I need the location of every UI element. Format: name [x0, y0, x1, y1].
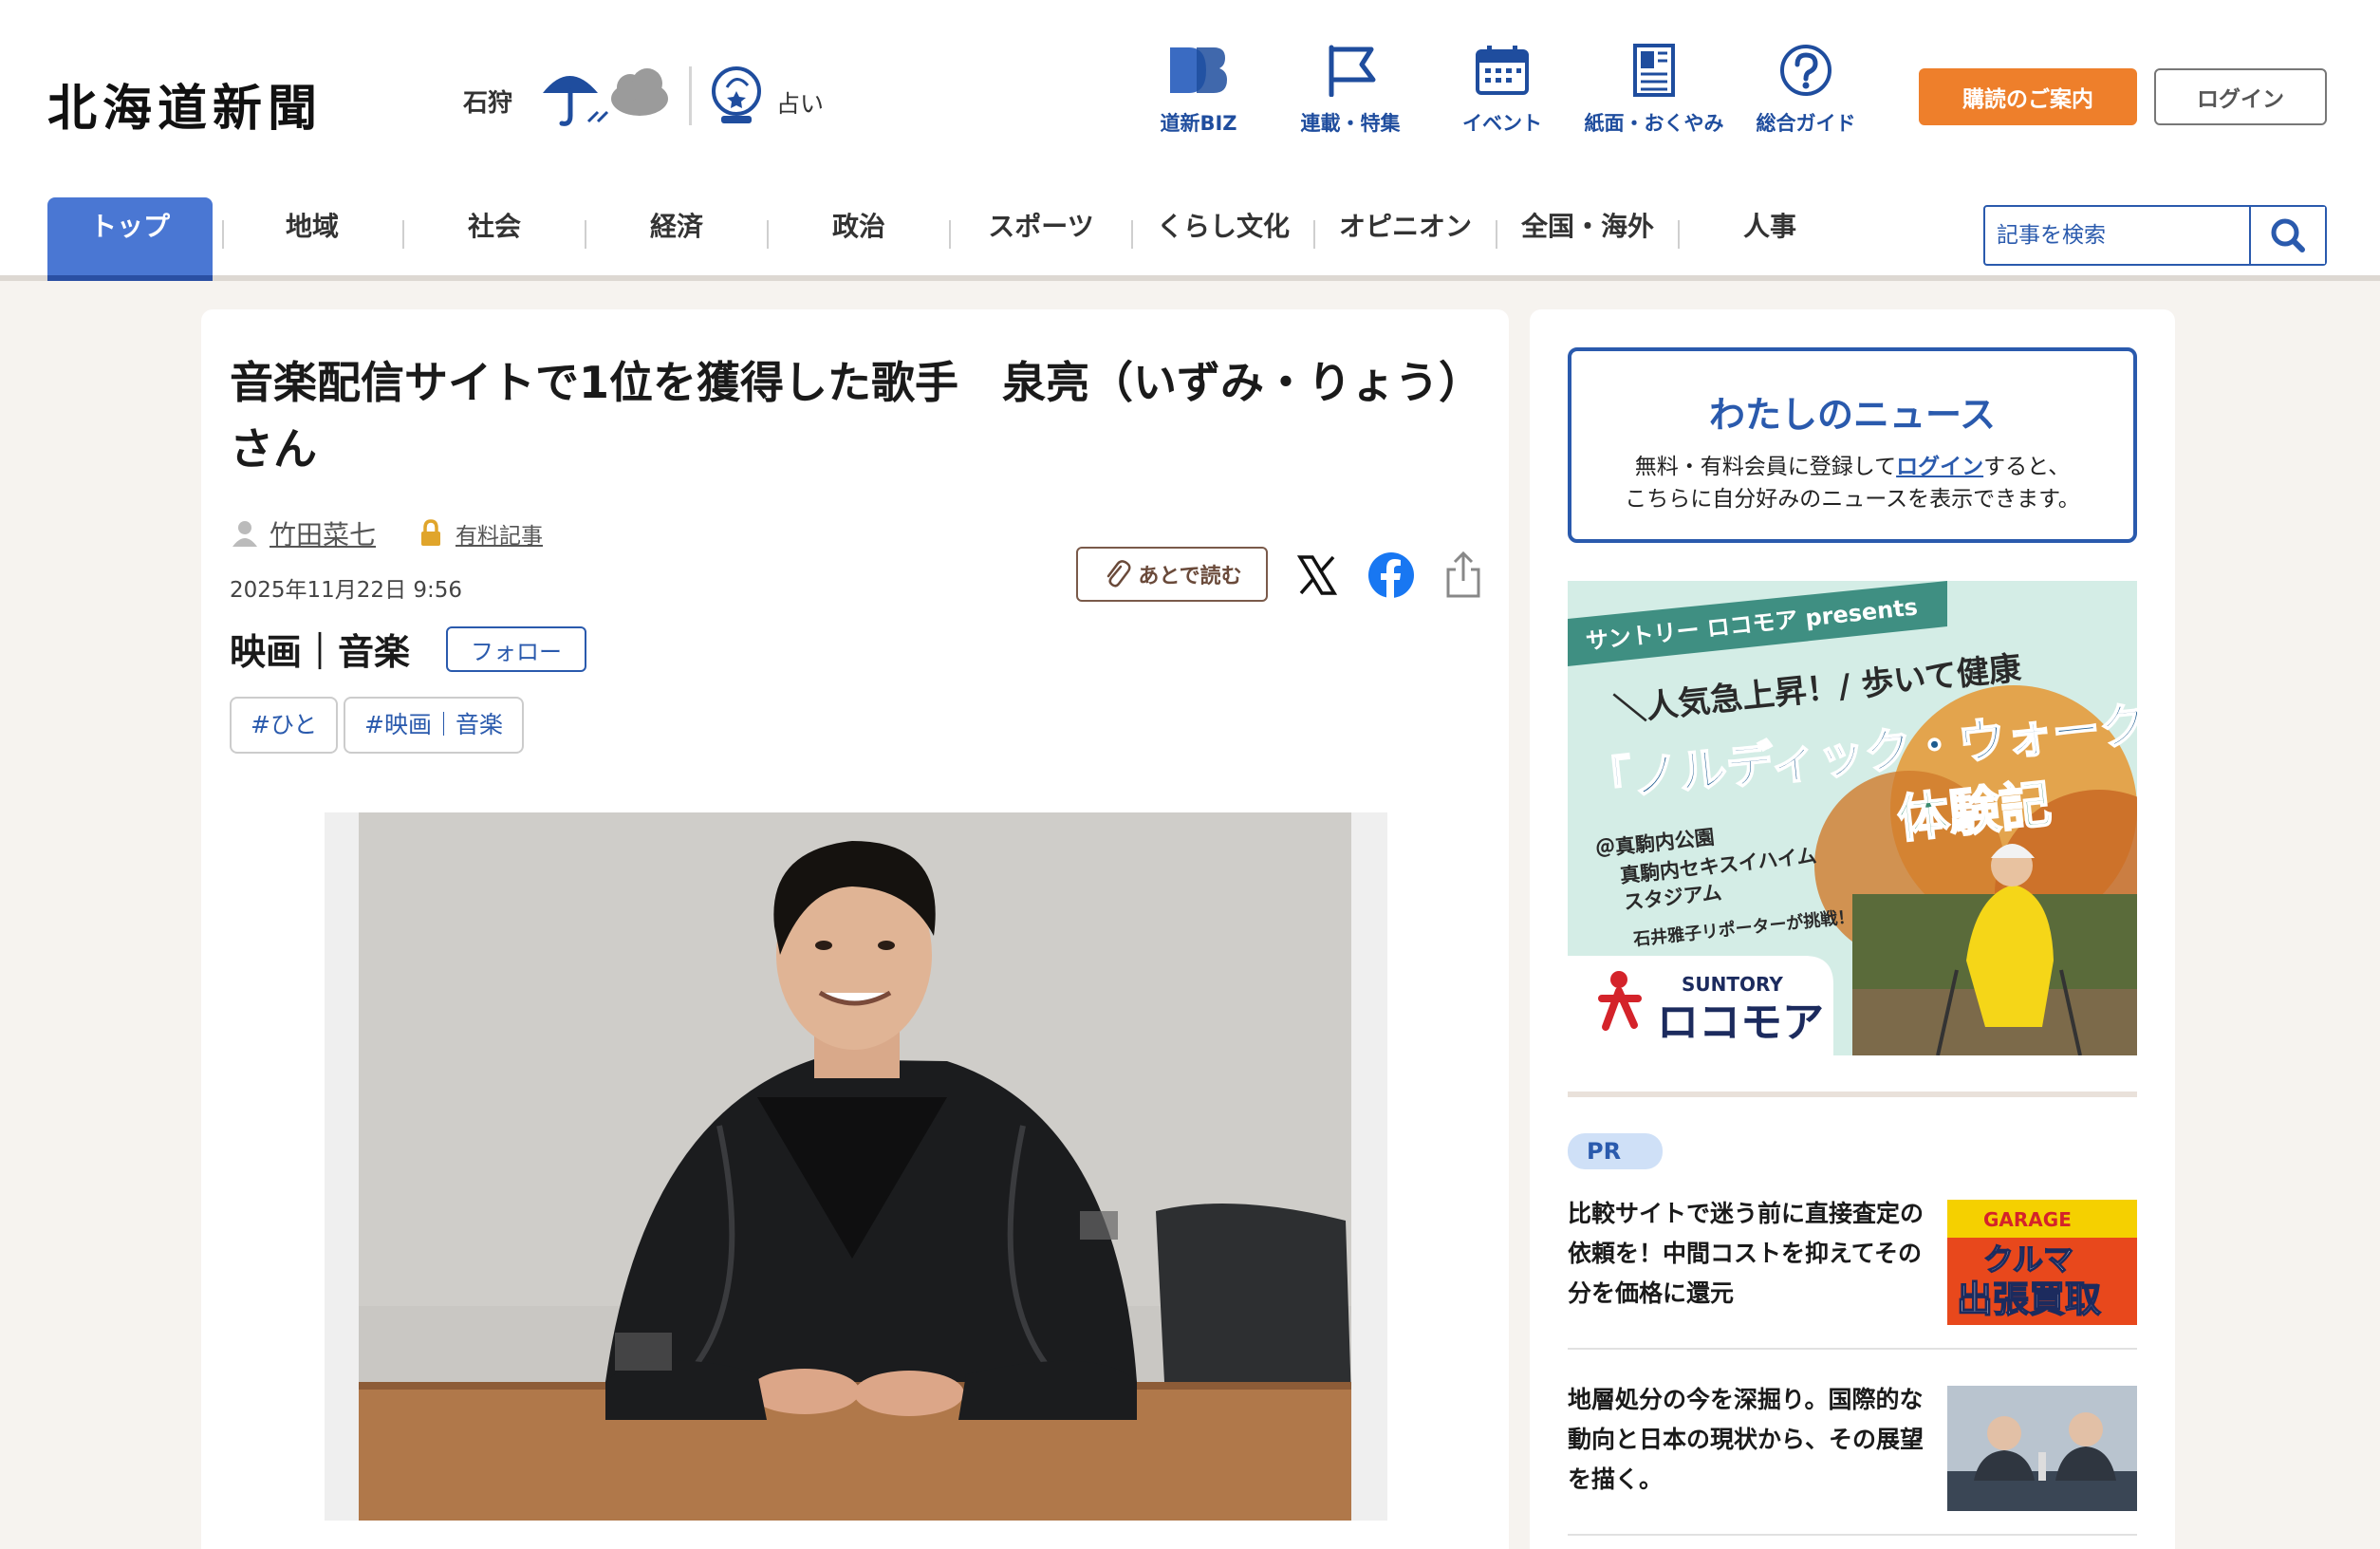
calendar-icon — [1476, 46, 1529, 95]
tab-divider — [1131, 220, 1133, 249]
tab-divider — [1496, 220, 1497, 249]
pr-thumb-artwork: GARAGE クルマ 出張買取 — [1947, 1200, 2137, 1325]
tab-divider — [222, 220, 224, 249]
my-news-box: わたしのニュース 無料・有料会員に登録してログインすると、こちらに自分好みのニュ… — [1568, 347, 2137, 543]
weather-region[interactable]: 石狩 — [463, 84, 512, 119]
ad-banner-nordic-walk[interactable]: サントリー ロコモア presents ＼人気急上昇！/ 歩いて健康 「ノルディ… — [1568, 581, 2137, 1055]
tab-top[interactable]: トップ — [47, 197, 213, 281]
db-icon — [1170, 47, 1227, 93]
nav-label: 道新BIZ — [1160, 112, 1237, 135]
read-later-label: あとで読む — [1138, 565, 1242, 588]
article-photo[interactable] — [359, 812, 1351, 1521]
my-news-text: 無料・有料会員に登録して — [1634, 455, 1897, 479]
tab-life-culture[interactable]: くらし文化 — [1141, 197, 1306, 281]
my-news-text: すると、 — [1983, 455, 2071, 479]
article-title: 音楽配信サイトで1位を獲得した歌手 泉亮（いずみ・りょう）さん — [230, 357, 1461, 475]
tab-national-world[interactable]: 全国・海外 — [1505, 197, 1670, 281]
pr-thumb-car-buyback: GARAGE クルマ 出張買取 — [1947, 1200, 2137, 1325]
help-icon — [1780, 45, 1831, 96]
byline: 竹田菜七 有料記事 — [230, 513, 543, 554]
pr-item-text: 比較サイトで迷う前に直接査定の依頼を！中間コストを抑えてその分を価格に還元 — [1568, 1200, 1924, 1307]
article-card: 音楽配信サイトで1位を獲得した歌手 泉亮（いずみ・りょう）さん 竹田菜七 有料記… — [201, 309, 1509, 1549]
tab-politics[interactable]: 政治 — [776, 197, 941, 281]
pr-thumb-artwork — [1947, 1386, 2137, 1511]
tab-sports[interactable]: スポーツ — [958, 197, 1124, 281]
list-divider — [1568, 1348, 2137, 1350]
ad-banner-artwork: サントリー ロコモア presents ＼人気急上昇！/ 歩いて健康 「ノルディ… — [1568, 581, 2137, 1055]
tab-divider — [1678, 220, 1680, 249]
login-button[interactable]: ログイン — [2154, 68, 2327, 125]
lock-icon — [421, 519, 441, 546]
facebook-icon — [1368, 552, 1414, 598]
nav-general-guide[interactable]: 総合ガイド — [1735, 44, 1877, 148]
subscribe-button[interactable]: 購読のご案内 — [1919, 68, 2137, 125]
paperclip-icon — [1107, 560, 1131, 588]
pr-thumb-top: GARAGE — [1983, 1208, 2072, 1231]
photo-frame — [325, 812, 1387, 1521]
tag-film-music[interactable]: #映画｜音楽 — [344, 697, 524, 754]
share-button[interactable] — [1435, 547, 1492, 604]
section-divider — [1568, 1092, 2137, 1097]
read-later-button[interactable]: あとで読む — [1076, 547, 1268, 602]
genre-label: 映画｜音楽 — [230, 631, 411, 673]
share-x-button[interactable] — [1289, 547, 1346, 604]
crystal-ball-icon[interactable] — [708, 65, 765, 127]
nav-label: 連載・特集 — [1300, 112, 1401, 135]
fortune-link[interactable]: 占い — [776, 85, 824, 120]
nav-series-features[interactable]: 連載・特集 — [1279, 44, 1422, 148]
x-logo-icon — [1296, 555, 1338, 595]
publish-date: 2025年11月22日 9:56 — [230, 578, 463, 603]
sidebar: わたしのニュース 無料・有料会員に登録してログインすると、こちらに自分好みのニュ… — [1530, 309, 2175, 1549]
portrait-illustration — [359, 812, 1351, 1521]
ad-brand: SUNTORY — [1682, 973, 1783, 996]
search-button[interactable] — [2249, 207, 2325, 264]
site-logo[interactable]: 北海道新聞 — [47, 68, 323, 140]
header-divider — [689, 66, 692, 125]
pr-badge: PR — [1568, 1133, 1663, 1169]
tab-opinion[interactable]: オピニオン — [1323, 197, 1488, 281]
nav-label: イベント — [1462, 112, 1542, 135]
tab-personnel[interactable]: 人事 — [1687, 197, 1852, 281]
tab-region[interactable]: 地域 — [230, 197, 395, 281]
tab-divider — [1313, 220, 1315, 249]
newspaper-icon — [1633, 44, 1675, 97]
my-news-description: 無料・有料会員に登録してログインすると、こちらに自分好みのニュースを表示できます… — [1571, 451, 2133, 515]
follow-button[interactable]: フォロー — [446, 626, 586, 672]
share-icon — [1446, 551, 1480, 598]
list-divider — [1568, 1534, 2137, 1536]
ad-product: ロコモア — [1657, 998, 1824, 1047]
tab-society[interactable]: 社会 — [412, 197, 577, 281]
tab-divider — [767, 220, 769, 249]
tag-hito[interactable]: #ひと — [230, 697, 339, 754]
my-news-login-link[interactable]: ログイン — [1896, 455, 1983, 479]
nav-label: 総合ガイド — [1756, 112, 1856, 135]
search-icon — [2271, 218, 2305, 252]
pr-item-text: 地層処分の今を深掘り。国際的な動向と日本の現状から、その展望を描く。 — [1568, 1386, 1924, 1493]
nav-events[interactable]: イベント — [1431, 44, 1573, 148]
pr-item-geological-disposal[interactable]: 地層処分の今を深掘り。国際的な動向と日本の現状から、その展望を描く。 — [1568, 1380, 2137, 1513]
pr-thumb-line1: クルマ — [1983, 1241, 2073, 1278]
site-header: 北海道新聞 石狩 占い 道新BIZ 連載・特集 イベント 紙面・おくやみ 総合ガ… — [0, 0, 2380, 180]
tab-divider — [949, 220, 951, 249]
nav-doshin-biz[interactable]: 道新BIZ — [1127, 44, 1270, 148]
tab-divider — [585, 220, 586, 249]
share-facebook-button[interactable] — [1363, 547, 1420, 604]
tab-economy[interactable]: 経済 — [594, 197, 759, 281]
category-nav: トップ 地域 社会 経済 政治 スポーツ くらし文化 オピニオン 全国・海外 人… — [0, 180, 2380, 281]
pr-thumb-line2: 出張買取 — [1957, 1278, 2101, 1320]
author-link[interactable]: 竹田菜七 — [270, 514, 376, 552]
search-box — [1983, 205, 2327, 266]
tab-divider — [402, 220, 404, 249]
person-icon — [232, 521, 257, 547]
flag-icon — [1329, 45, 1376, 97]
nav-paper-obituaries[interactable]: 紙面・おくやみ — [1583, 44, 1725, 148]
my-news-text: こちらに自分好みのニュースを表示できます。 — [1625, 487, 2080, 512]
my-news-title: わたしのニュース — [1708, 394, 1997, 436]
pr-item-car-buyback[interactable]: 比較サイトで迷う前に直接査定の依頼を！中間コストを抑えてその分を価格に還元 GA… — [1568, 1194, 2137, 1327]
umbrella-cloud-icon[interactable] — [539, 63, 672, 129]
paid-article-label[interactable]: 有料記事 — [456, 517, 543, 550]
search-input[interactable] — [1985, 207, 2249, 264]
nav-label: 紙面・おくやみ — [1584, 112, 1724, 135]
pr-thumb-panel-discussion — [1947, 1386, 2137, 1511]
